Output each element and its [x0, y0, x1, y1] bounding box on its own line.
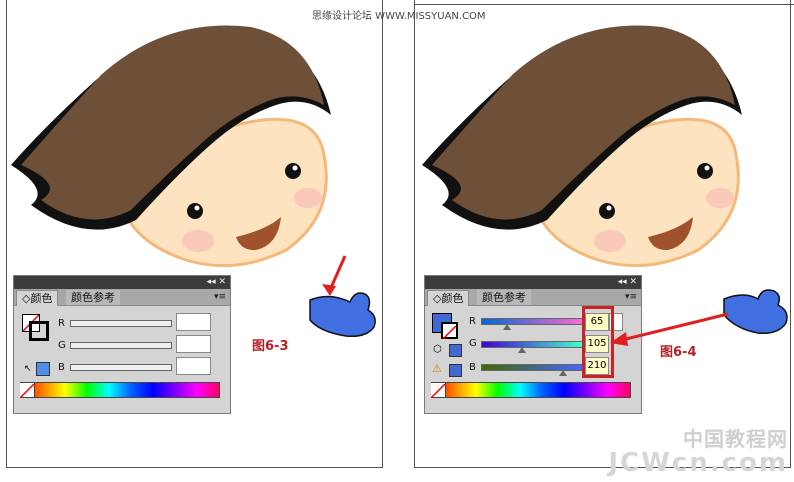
label-r: R	[58, 318, 65, 329]
none-swatch[interactable]	[19, 383, 35, 399]
slider-r[interactable]	[70, 320, 172, 327]
label-g: G	[469, 338, 477, 349]
tab-color-guide[interactable]: 颜色参考	[477, 290, 531, 305]
web-safe-swatch[interactable]	[449, 344, 462, 357]
web-safe-swatch[interactable]	[36, 362, 50, 376]
panel-menu-icon[interactable]: ▾≡	[625, 292, 637, 302]
warning-icon[interactable]: ⚠	[432, 362, 442, 375]
panel-titlebar: ◂◂ ✕	[425, 276, 641, 289]
slider-b[interactable]	[70, 364, 172, 371]
slider-b[interactable]	[481, 364, 583, 371]
panel-tabs: ◇颜色 颜色参考 ▾≡	[425, 289, 641, 306]
input-r[interactable]	[176, 313, 211, 331]
gamut-swatch[interactable]	[449, 364, 462, 377]
site-logo: 中国教程网 JCWcn.com	[608, 423, 788, 478]
stroke-swatch[interactable]	[441, 322, 458, 340]
label-b: B	[58, 362, 65, 373]
tab-color-guide[interactable]: 颜色参考	[66, 290, 120, 305]
label-r: R	[469, 316, 476, 327]
slider-r[interactable]	[481, 318, 583, 325]
red-arrow-icon	[328, 255, 347, 291]
input-g[interactable]	[176, 335, 211, 353]
figure-caption-right: 图6-4	[660, 345, 697, 360]
collapse-close-icons[interactable]: ◂◂ ✕	[207, 277, 226, 288]
label-g: G	[58, 340, 66, 351]
stroke-swatch[interactable]	[29, 321, 49, 341]
color-spectrum[interactable]	[431, 382, 631, 398]
slider-g[interactable]	[70, 342, 172, 349]
slider-r-thumb[interactable]	[503, 324, 511, 330]
tab-color[interactable]: ◇颜色	[16, 290, 59, 306]
figure-caption-left: 图6-3	[252, 339, 289, 354]
panel-menu-icon[interactable]: ▾≡	[214, 292, 226, 302]
panel-titlebar: ◂◂ ✕	[14, 276, 230, 289]
left-eyedropper-glove	[309, 255, 376, 338]
input-b[interactable]	[176, 357, 211, 375]
slider-g-thumb[interactable]	[518, 347, 526, 353]
out-of-gamut-icon[interactable]: ↖	[24, 364, 32, 374]
slider-g[interactable]	[481, 341, 583, 348]
label-b: B	[469, 362, 476, 373]
none-swatch[interactable]	[430, 383, 446, 399]
panel-tabs: ◇颜色 颜色参考 ▾≡	[14, 289, 230, 306]
color-panel-left: ◂◂ ✕ ◇颜色 颜色参考 ▾≡ ↖ R G B	[13, 275, 231, 414]
color-spectrum[interactable]	[20, 382, 220, 398]
left-cartoon-face	[11, 25, 331, 268]
tab-color[interactable]: ◇颜色	[427, 290, 470, 306]
cube-icon[interactable]: ⬡	[433, 344, 442, 355]
right-cartoon-face	[422, 25, 742, 268]
collapse-close-icons[interactable]: ◂◂ ✕	[618, 277, 637, 288]
slider-b-thumb[interactable]	[559, 370, 567, 376]
logo-en: JCWcn.com	[608, 448, 788, 478]
